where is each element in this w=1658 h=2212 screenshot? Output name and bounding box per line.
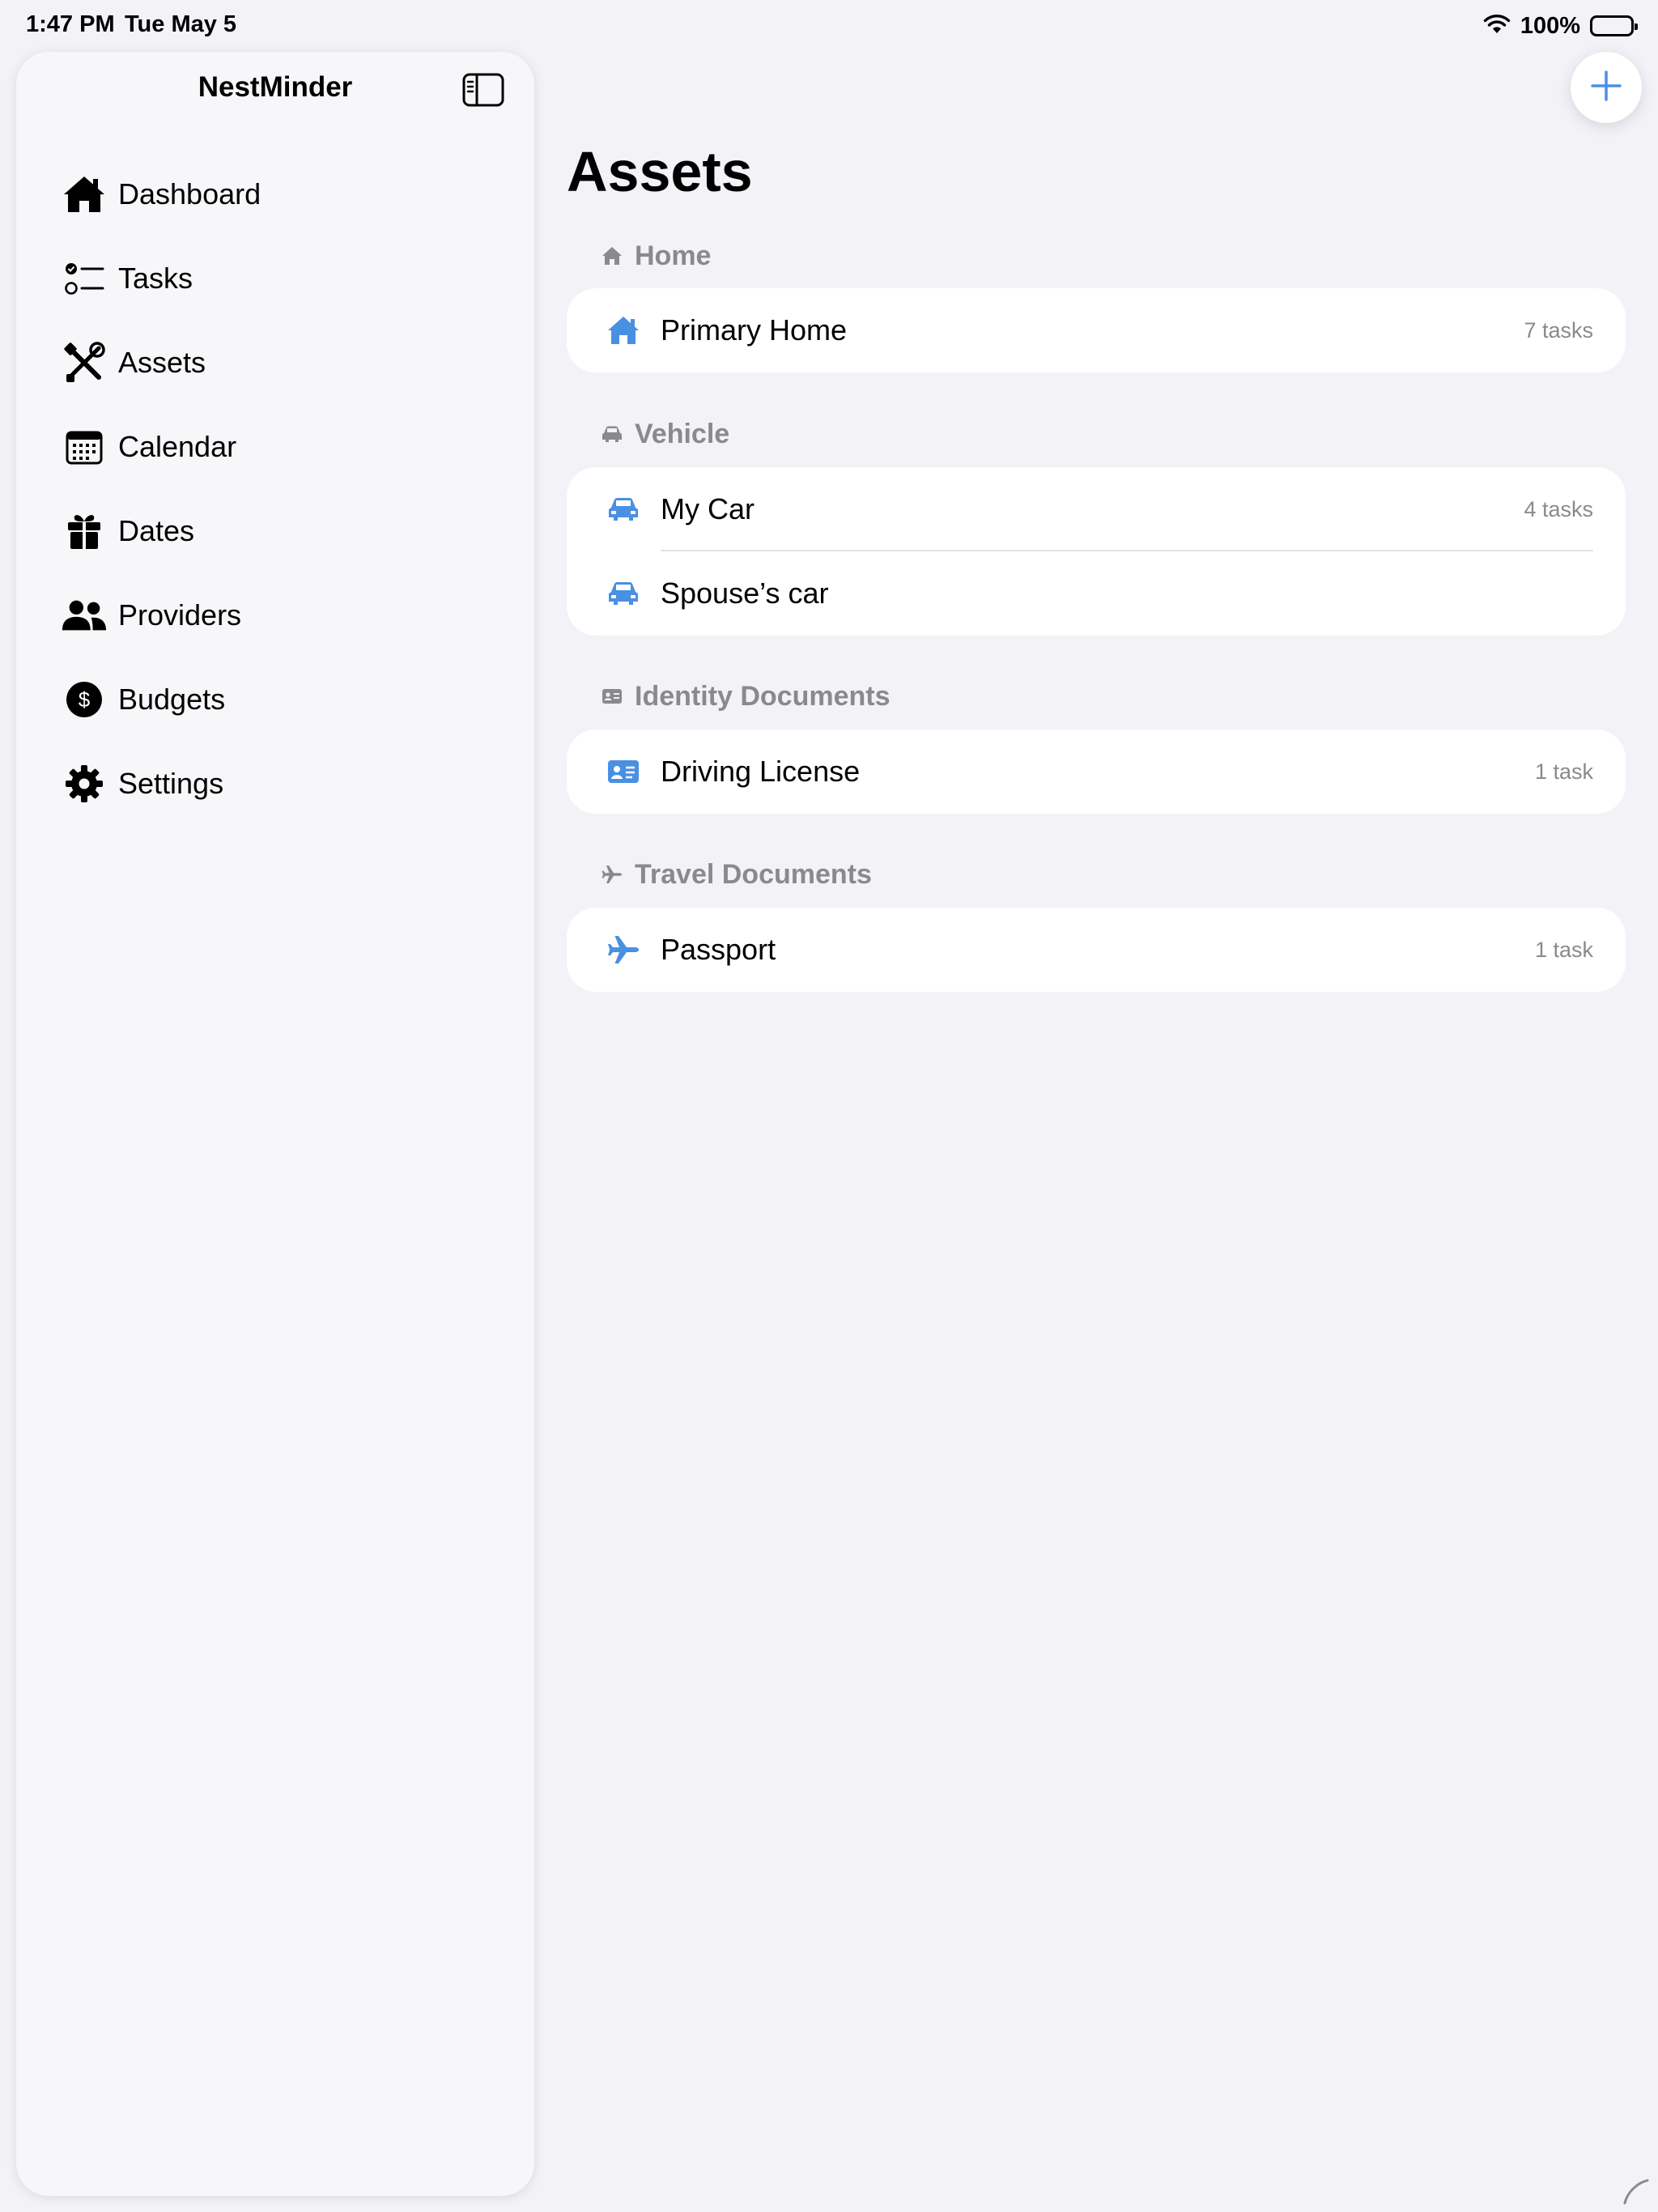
status-right: 100%: [1483, 10, 1638, 42]
asset-group-vehicle: My Car 4 tasks Spouse’s car: [567, 467, 1626, 636]
sidebar-item-settings[interactable]: Settings: [62, 742, 515, 826]
gear-icon: [62, 761, 107, 806]
id-card-icon: [601, 685, 623, 708]
sidebar-item-tasks[interactable]: Tasks: [62, 236, 515, 321]
airplane-icon: [601, 863, 623, 886]
resize-handle-icon[interactable]: [1622, 2178, 1650, 2206]
section-title: Home: [635, 240, 712, 271]
sidebar: NestMinder Dashboard Tasks Assets Calend…: [16, 52, 534, 2196]
status-bar: 1:47 PM Tue May 5 100%: [0, 0, 1658, 52]
sidebar-item-dashboard[interactable]: Dashboard: [62, 152, 515, 236]
asset-group-identity-documents: Driving License 1 task: [567, 730, 1626, 814]
tools-icon: [62, 340, 107, 385]
status-time: 1:47 PM: [26, 11, 115, 37]
sidebar-item-label: Settings: [118, 767, 224, 800]
asset-row-spouses-car[interactable]: Spouse’s car: [567, 551, 1626, 636]
task-count: 1 task: [1534, 759, 1593, 784]
asset-row-driving-license[interactable]: Driving License 1 task: [567, 730, 1626, 814]
sidebar-item-label: Assets: [118, 346, 206, 379]
gift-icon: [62, 508, 107, 554]
section-header-travel-documents: Travel Documents: [601, 857, 872, 892]
sidebar-item-label: Budgets: [118, 683, 226, 716]
status-date: Tue May 5: [125, 11, 237, 37]
task-count: 1 task: [1534, 937, 1593, 962]
asset-name: Driving License: [661, 755, 861, 788]
house-icon: [606, 313, 641, 348]
app-title: NestMinder: [198, 71, 353, 103]
sidebar-item-label: Providers: [118, 598, 242, 632]
sidebar-item-budgets[interactable]: $ Budgets: [62, 657, 515, 742]
svg-text:$: $: [79, 687, 91, 712]
section-header-vehicle: Vehicle: [601, 416, 729, 452]
asset-row-passport[interactable]: Passport 1 task: [567, 908, 1626, 992]
plus-icon: [1590, 70, 1622, 106]
battery-icon: [1590, 15, 1638, 36]
asset-name: Primary Home: [661, 313, 848, 347]
sidebar-item-label: Dates: [118, 514, 195, 547]
section-header-identity-documents: Identity Documents: [601, 678, 890, 714]
sidebar-item-calendar[interactable]: Calendar: [62, 405, 515, 489]
sidebar-item-label: Calendar: [118, 430, 237, 463]
asset-row-my-car[interactable]: My Car 4 tasks: [567, 467, 1626, 551]
section-header-home: Home: [601, 238, 711, 274]
checklist-icon: [62, 256, 107, 301]
asset-group-home: Primary Home 7 tasks: [567, 288, 1626, 372]
calendar-icon: [62, 424, 107, 470]
battery-percent: 100%: [1520, 12, 1580, 39]
asset-row-primary-home[interactable]: Primary Home 7 tasks: [567, 288, 1626, 372]
asset-name: Passport: [661, 933, 776, 966]
asset-name: My Car: [661, 492, 755, 525]
page-title: Assets: [567, 140, 753, 203]
wifi-icon: [1483, 14, 1511, 39]
id-card-icon: [606, 754, 641, 789]
sidebar-item-assets[interactable]: Assets: [62, 321, 515, 405]
house-icon: [601, 245, 623, 267]
task-count: 7 tasks: [1524, 317, 1593, 342]
sidebar-item-providers[interactable]: Providers: [62, 573, 515, 657]
sidebar-item-label: Tasks: [118, 262, 193, 295]
task-count: 4 tasks: [1524, 496, 1593, 521]
house-icon: [62, 172, 107, 217]
airplane-icon: [606, 932, 641, 968]
people-icon: [62, 593, 107, 638]
sidebar-item-dates[interactable]: Dates: [62, 489, 515, 573]
add-button[interactable]: [1571, 52, 1642, 123]
sidebar-nav: Dashboard Tasks Assets Calendar Dates Pr…: [62, 152, 515, 826]
car-icon: [601, 423, 623, 445]
section-title: Identity Documents: [635, 680, 891, 712]
section-title: Vehicle: [635, 418, 730, 449]
sidebar-toggle-icon[interactable]: [462, 73, 504, 107]
car-icon: [606, 576, 641, 611]
section-title: Travel Documents: [635, 858, 872, 890]
dollar-icon: $: [62, 677, 107, 722]
sidebar-item-label: Dashboard: [118, 177, 261, 211]
asset-name: Spouse’s car: [661, 576, 829, 610]
asset-group-travel-documents: Passport 1 task: [567, 908, 1626, 992]
car-icon: [606, 491, 641, 527]
